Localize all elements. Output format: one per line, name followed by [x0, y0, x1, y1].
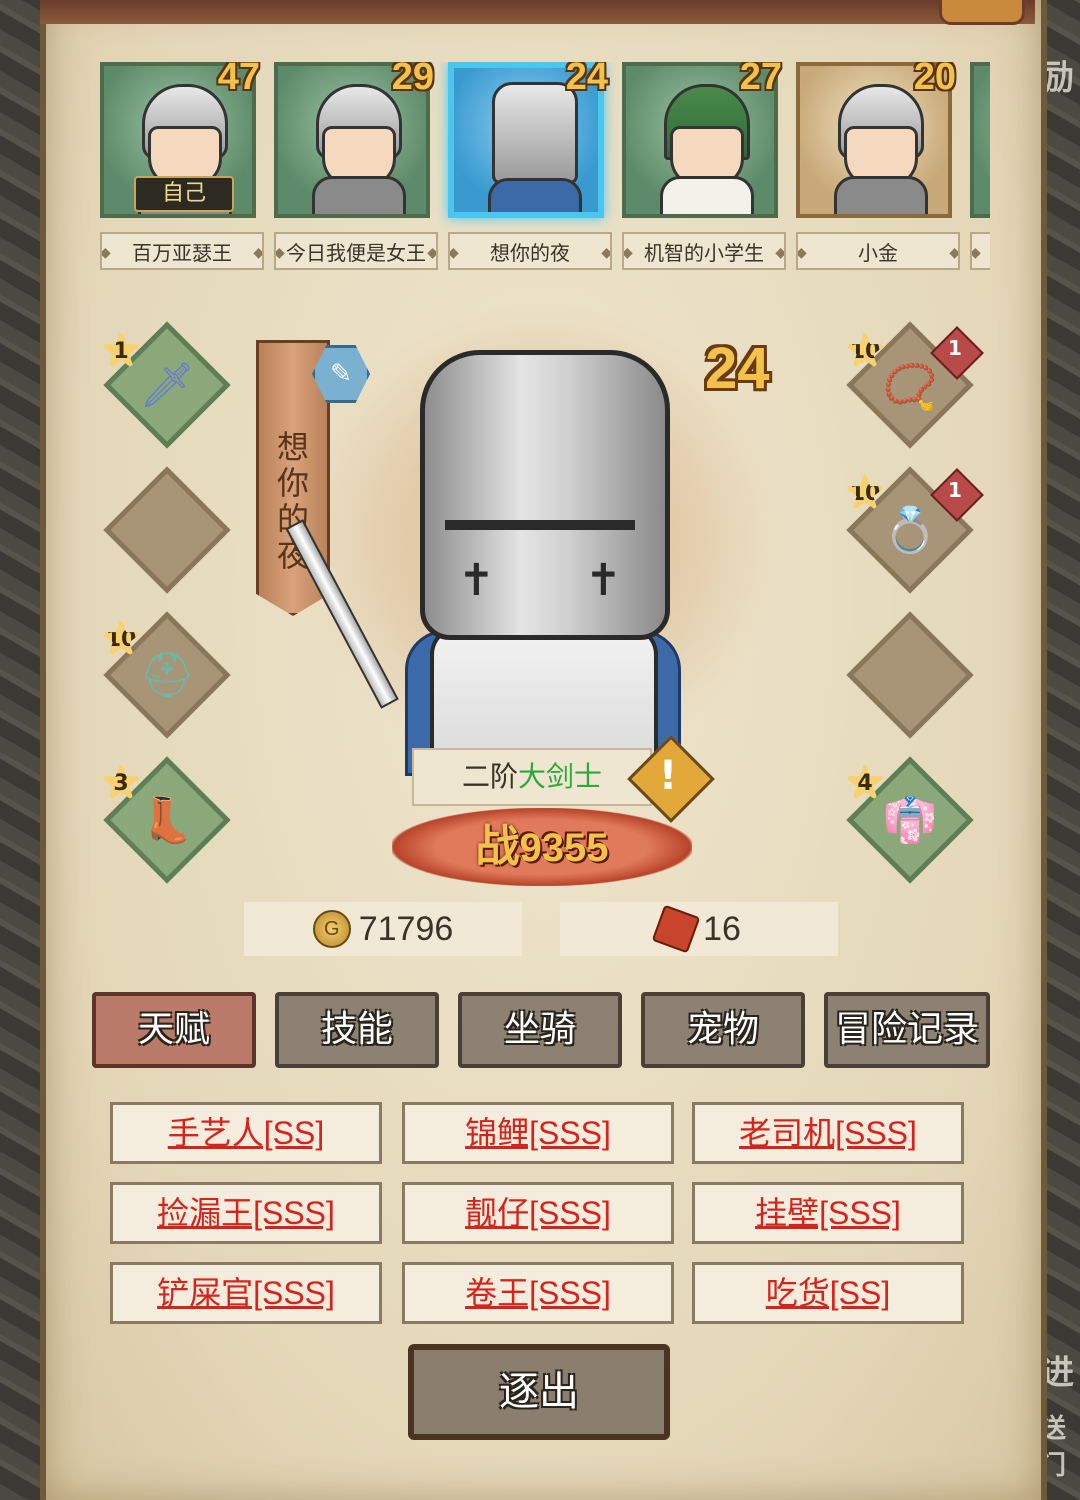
talent-item[interactable]: 卷王[SSS]	[402, 1262, 674, 1324]
tab-pet[interactable]: 宠物	[641, 992, 805, 1068]
talent-item[interactable]: 锦鲤[SSS]	[402, 1102, 674, 1164]
tab-mount[interactable]: 坐骑	[458, 992, 622, 1068]
member-level: 47	[217, 62, 260, 98]
party-member-partial[interactable]	[970, 62, 990, 270]
token-amount: 16	[703, 909, 741, 948]
coin-icon: G	[312, 910, 351, 948]
member-portrait[interactable]	[970, 62, 990, 218]
hero-level: 24	[705, 336, 770, 401]
talent-item[interactable]: 挂壁[SSS]	[692, 1182, 964, 1244]
member-level: 24	[565, 62, 608, 98]
necklace-gem-count: 1	[948, 336, 962, 360]
member-name	[970, 232, 990, 270]
sword-icon: 🗡	[139, 360, 195, 411]
power-value: 9355	[519, 826, 609, 870]
talent-item[interactable]: 吃货[SS]	[692, 1262, 964, 1324]
necklace-icon: 📿	[882, 362, 938, 413]
kick-member-button[interactable]: 逐出	[408, 1344, 670, 1440]
hero-class: 二阶大剑士	[412, 748, 652, 806]
member-level: 27	[739, 62, 782, 98]
member-level: 29	[391, 62, 434, 98]
ring-icon: 💍	[882, 505, 938, 556]
talent-item[interactable]: 靓仔[SSS]	[402, 1182, 674, 1244]
member-name: 百万亚瑟王	[100, 232, 264, 270]
talent-item[interactable]: 手艺人[SS]	[110, 1102, 382, 1164]
combat-power: 战9355	[392, 808, 692, 886]
token-icon	[651, 904, 701, 954]
tab-adventure-log[interactable]: 冒险记录	[824, 992, 990, 1068]
member-name: 今日我便是女王	[274, 232, 438, 270]
gold-amount: 71796	[358, 909, 454, 948]
party-member-selected[interactable]: 24 想你的夜	[448, 62, 612, 270]
talent-item[interactable]: 铲屎官[SSS]	[110, 1262, 382, 1324]
tab-talent[interactable]: 天赋	[92, 992, 256, 1068]
self-tag: 自己	[134, 176, 234, 212]
helmet-icon: ⛑	[139, 650, 195, 701]
talent-item[interactable]: 捡漏王[SSS]	[110, 1182, 382, 1244]
gold-display: G 71796	[244, 902, 522, 956]
ring-gem-count: 1	[948, 478, 962, 502]
party-member-list[interactable]: 自己 47 百万亚瑟王 29 今日我便是女王 24 想你的夜 27 机智的小学生…	[100, 62, 990, 292]
panel-top-border	[40, 0, 1035, 24]
party-member[interactable]: 27 机智的小学生	[622, 62, 786, 270]
member-name: 想你的夜	[448, 232, 612, 270]
boots-icon: 👢	[139, 795, 195, 846]
party-member[interactable]: 20 小金	[796, 62, 960, 270]
hero-visor	[445, 520, 635, 530]
class-rank: 二阶	[461, 760, 518, 793]
talent-item[interactable]: 老司机[SSS]	[692, 1102, 964, 1164]
cape-icon: 👘	[882, 795, 938, 846]
member-level: 20	[913, 62, 956, 98]
tab-skills[interactable]: 技能	[275, 992, 439, 1068]
token-display: 16	[560, 902, 838, 956]
class-name: 大剑士	[518, 760, 603, 793]
warning-icon: !	[658, 753, 678, 799]
member-name: 小金	[796, 232, 960, 270]
party-member[interactable]: 自己 47 百万亚瑟王	[100, 62, 264, 270]
cross-icon: ✝	[458, 555, 495, 606]
close-tab[interactable]	[939, 0, 1025, 25]
party-member[interactable]: 29 今日我便是女王	[274, 62, 438, 270]
detail-tabs: 天赋 技能 坐骑 宠物 冒险记录	[92, 992, 992, 1070]
power-label: 战	[475, 821, 520, 872]
cross-icon: ✝	[585, 555, 622, 606]
member-name: 机智的小学生	[622, 232, 786, 270]
